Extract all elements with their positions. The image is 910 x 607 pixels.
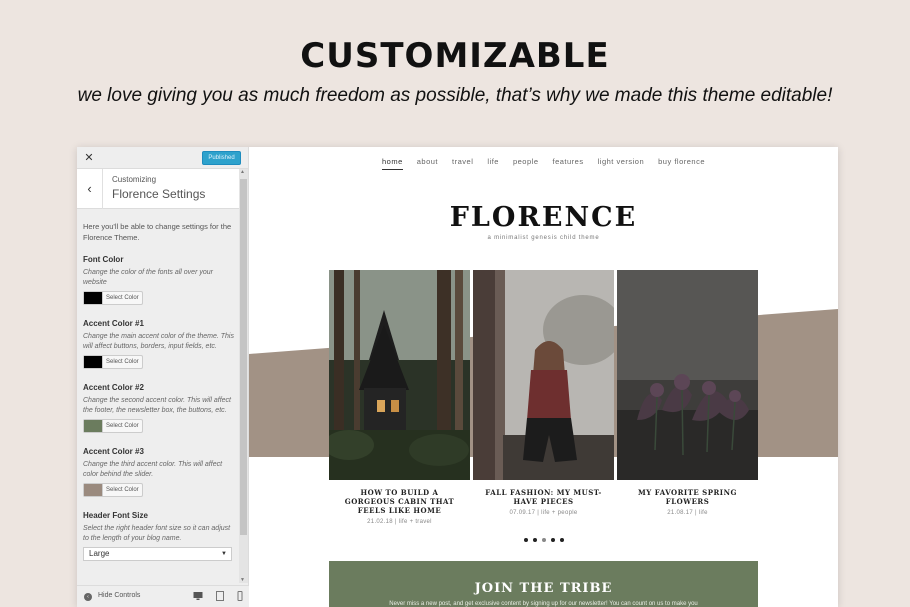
post-title[interactable]: HOW TO BUILD A GORGEOUS CABIN THAT FEELS… <box>329 488 470 515</box>
post-meta: 21.08.17 | life <box>617 510 758 516</box>
nav-features[interactable]: features <box>553 157 584 170</box>
select-color-button[interactable]: Select Color <box>102 484 142 496</box>
section-title: Florence Settings <box>112 187 206 201</box>
setting-title: Font Color <box>83 255 124 264</box>
post-date: 21.02.18 <box>367 519 393 525</box>
color-swatch[interactable] <box>84 420 102 432</box>
meta-separator: | <box>695 510 697 516</box>
customizer-panel: ✕ Published ‹ Customizing Florence Setti… <box>77 147 249 607</box>
site-preview: home about travel life people features l… <box>249 147 838 607</box>
setting-description: Select the right header font size so it … <box>83 525 231 542</box>
setting-description: Change the second accent color. This wil… <box>83 397 231 414</box>
newsletter-title: JOIN THE TRIBE <box>474 581 613 596</box>
post-image-fashion[interactable] <box>473 270 614 480</box>
post-date: 21.08.17 <box>667 510 694 516</box>
setting-description: Change the third accent color. This will… <box>83 461 223 478</box>
slider-dot[interactable] <box>550 538 555 542</box>
tablet-icon[interactable] <box>215 591 225 603</box>
post-card[interactable]: HOW TO BUILD A GORGEOUS CABIN THAT FEELS… <box>329 270 470 525</box>
slider-dots <box>249 538 838 542</box>
nav-travel[interactable]: travel <box>452 157 473 170</box>
intro-text: Here you'll be able to change settings f… <box>83 222 232 242</box>
newsletter-text: Never miss a new post, and get exclusive… <box>389 601 698 607</box>
nav-people[interactable]: people <box>513 157 539 170</box>
setting-title: Header Font Size <box>83 511 148 520</box>
font-size-select[interactable]: Large ▼ <box>83 547 232 561</box>
scroll-down-icon[interactable]: ▼ <box>240 577 245 583</box>
setting-description: Change the main accent color of the them… <box>83 333 234 350</box>
customizing-label: Customizing <box>112 175 157 184</box>
hide-controls-icon[interactable]: ‹ <box>84 593 92 601</box>
color-swatch[interactable] <box>84 356 102 368</box>
select-color-button[interactable]: Select Color <box>102 292 142 304</box>
scroll-up-icon[interactable]: ▲ <box>240 169 245 175</box>
close-icon[interactable]: ✕ <box>81 150 97 166</box>
setting-title: Accent Color #2 <box>83 383 144 392</box>
nav-buy-florence[interactable]: buy florence <box>658 157 705 170</box>
select-color-button[interactable]: Select Color <box>102 420 142 432</box>
desktop-icon[interactable] <box>193 591 203 603</box>
color-picker[interactable]: Select Color <box>83 483 143 497</box>
post-categories[interactable]: life <box>699 510 708 516</box>
color-picker[interactable]: Select Color <box>83 419 143 433</box>
meta-separator: | <box>394 519 397 525</box>
post-card[interactable]: FALL FASHION: MY MUST-HAVE PIECES 07.09.… <box>473 270 614 516</box>
main-nav: home about travel life people features l… <box>249 157 838 170</box>
site-logo[interactable]: FLORENCE <box>249 202 838 233</box>
slider-dot[interactable] <box>559 538 564 542</box>
slider-dot[interactable] <box>532 538 537 542</box>
post-image-flowers[interactable] <box>617 270 758 480</box>
setting-accent-2: Accent Color #2 Change the second accent… <box>83 383 234 437</box>
heading: CUSTOMIZABLE <box>300 36 610 76</box>
newsletter-box: JOIN THE TRIBE Never miss a new post, an… <box>329 561 758 607</box>
nav-home[interactable]: home <box>381 157 403 170</box>
post-title[interactable]: FALL FASHION: MY MUST-HAVE PIECES <box>473 488 614 506</box>
post-image-cabin[interactable] <box>329 270 470 480</box>
meta-separator: | <box>537 510 540 516</box>
setting-header-font-size: Header Font Size Select the right header… <box>83 511 234 561</box>
slider-dot[interactable] <box>541 538 546 542</box>
setting-font-color: Font Color Change the color of the fonts… <box>83 255 234 309</box>
post-categories[interactable]: life + people <box>541 510 577 516</box>
panel-footer: ‹ Hide Controls <box>77 585 249 607</box>
panel-header: ‹ Customizing Florence Settings <box>77 169 248 209</box>
post-date: 07.09.17 <box>509 510 536 516</box>
site-tagline: a minimalist genesis child theme <box>487 235 600 241</box>
subheading: we love giving you as much freedom as po… <box>77 85 833 106</box>
panel-top-bar: ✕ Published <box>77 147 248 169</box>
color-picker[interactable]: Select Color <box>83 355 143 369</box>
settings-body: Here you'll be able to change settings f… <box>77 209 240 571</box>
post-meta: 21.02.18 | life + travel <box>329 519 470 525</box>
back-arrow-icon[interactable]: ‹ <box>77 169 103 209</box>
color-swatch[interactable] <box>84 292 102 304</box>
nav-light-version[interactable]: light version <box>598 157 645 170</box>
nav-life[interactable]: life <box>487 157 499 170</box>
setting-accent-3: Accent Color #3 Change the third accent … <box>83 447 234 501</box>
post-categories[interactable]: life + travel <box>399 519 432 525</box>
setting-description: Change the color of the fonts all over y… <box>83 269 213 286</box>
scroll-thumb[interactable] <box>240 179 247 535</box>
nav-about[interactable]: about <box>417 157 438 170</box>
mobile-icon[interactable] <box>235 591 245 603</box>
post-meta: 07.09.17 | life + people <box>473 510 614 516</box>
browser-frame: ✕ Published ‹ Customizing Florence Setti… <box>77 147 838 607</box>
slider-dot[interactable] <box>523 538 528 542</box>
chevron-down-icon: ▼ <box>221 551 227 557</box>
setting-title: Accent Color #3 <box>83 447 144 456</box>
setting-accent-1: Accent Color #1 Change the main accent c… <box>83 319 234 373</box>
select-value: Large <box>89 549 110 558</box>
select-color-button[interactable]: Select Color <box>102 356 142 368</box>
post-title[interactable]: MY FAVORITE SPRING FLOWERS <box>617 488 758 506</box>
post-card[interactable]: MY FAVORITE SPRING FLOWERS 21.08.17 | li… <box>617 270 758 516</box>
publish-button[interactable]: Published <box>202 151 241 165</box>
setting-title: Accent Color #1 <box>83 319 144 328</box>
color-swatch[interactable] <box>84 484 102 496</box>
color-picker[interactable]: Select Color <box>83 291 143 305</box>
scrollbar[interactable]: ▲ ▼ <box>239 169 248 583</box>
hide-controls-button[interactable]: Hide Controls <box>98 592 140 599</box>
